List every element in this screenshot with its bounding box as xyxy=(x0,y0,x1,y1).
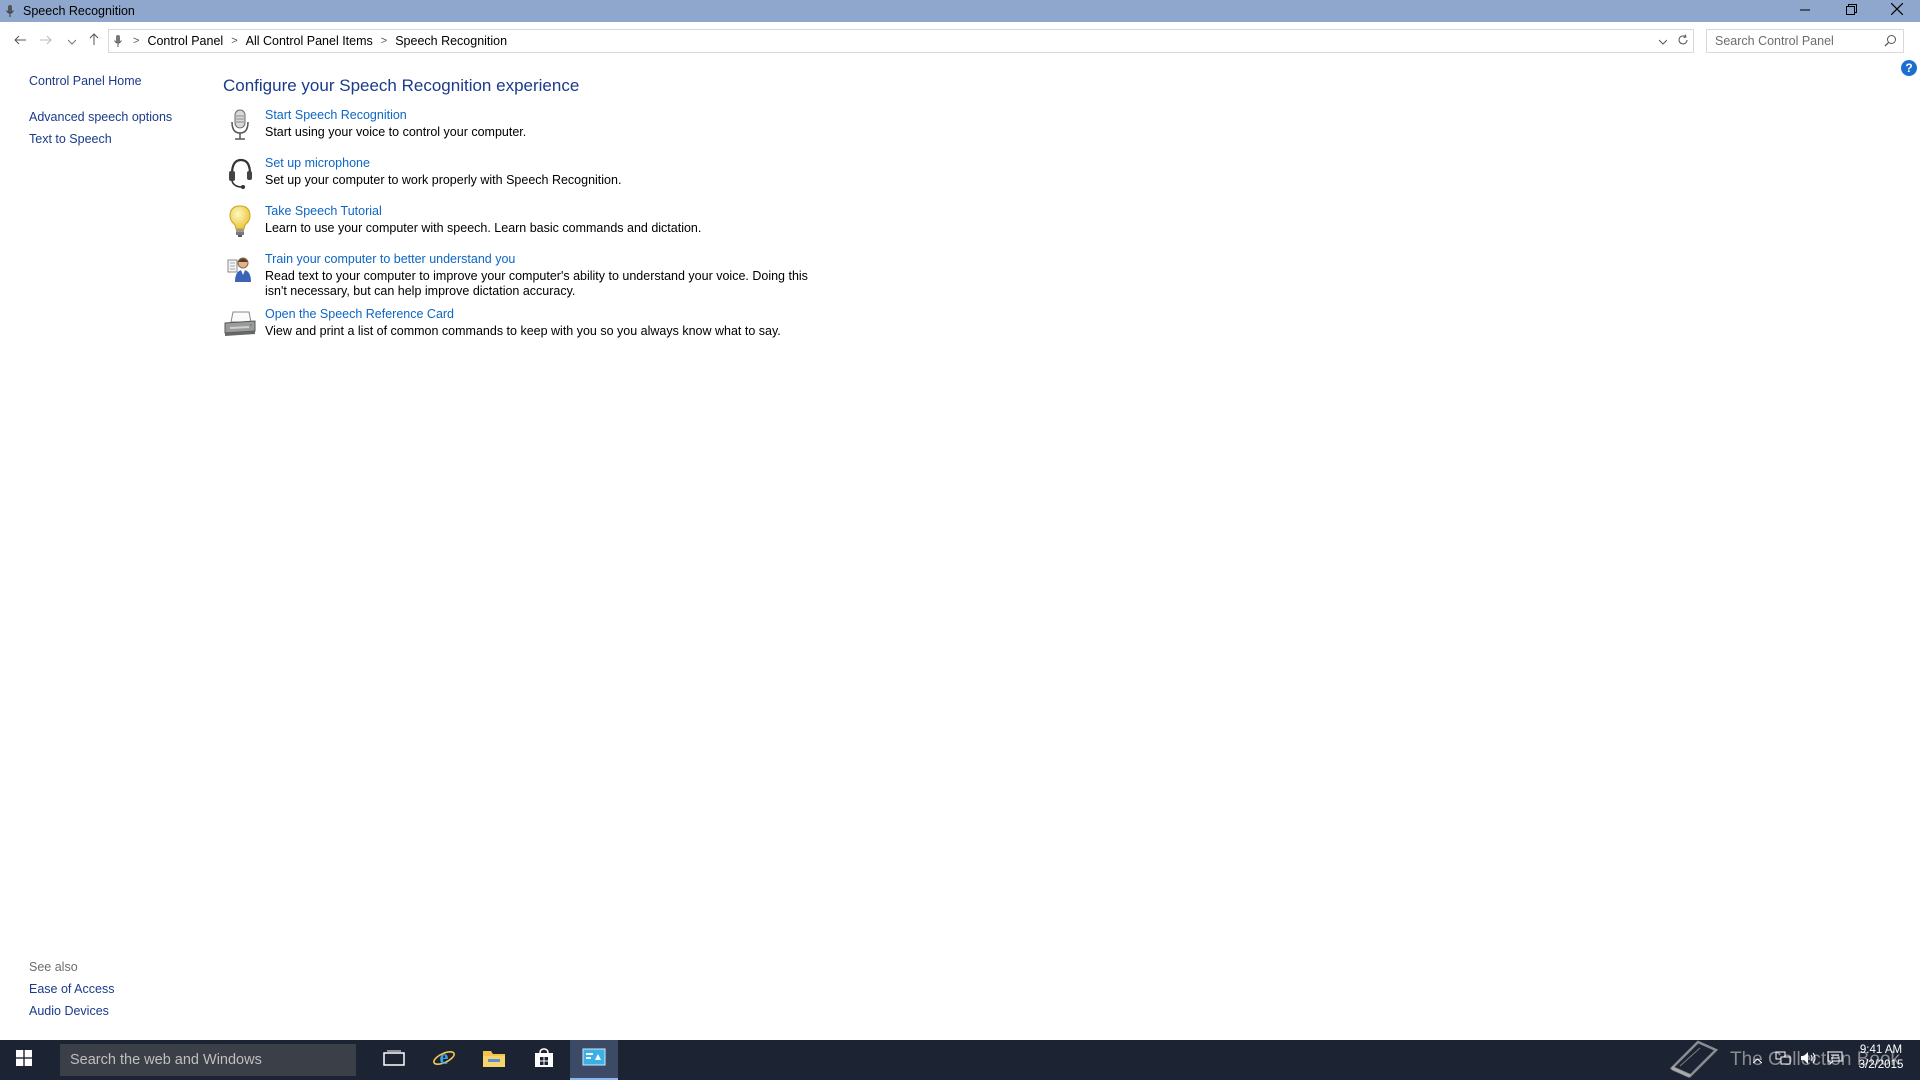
control-panel-icon xyxy=(582,1048,606,1071)
task-speech-reference-card: Open the Speech Reference Card View and … xyxy=(223,307,923,347)
task-train-computer: Train your computer to better understand… xyxy=(223,252,923,299)
audio-devices-link[interactable]: Audio Devices xyxy=(29,1004,209,1018)
task-description: Learn to use your computer with speech. … xyxy=(265,221,702,235)
arrow-left-icon xyxy=(14,32,26,50)
ease-of-access-link[interactable]: Ease of Access xyxy=(29,982,209,996)
window-controls xyxy=(1782,0,1920,22)
up-button[interactable] xyxy=(84,31,104,51)
taskbar: e The Collection Book xyxy=(0,1040,1920,1080)
chevron-right-icon: > xyxy=(133,35,140,47)
task-description: View and print a list of common commands… xyxy=(265,324,781,338)
start-speech-recognition-link[interactable]: Start Speech Recognition xyxy=(265,108,923,122)
network-icon xyxy=(1775,1051,1791,1070)
task-speech-tutorial: Take Speech Tutorial Learn to use your c… xyxy=(223,204,923,244)
taskbar-internet-explorer[interactable]: e xyxy=(420,1040,468,1080)
microphone-icon xyxy=(3,3,17,19)
breadcrumb-control-panel[interactable]: Control Panel xyxy=(147,34,223,48)
task-view-icon xyxy=(383,1050,405,1071)
taskbar-clock[interactable]: 9:41 AM 3/2/2015 xyxy=(1848,1043,1914,1073)
user-training-icon[interactable] xyxy=(223,252,257,286)
advanced-speech-options-link[interactable]: Advanced speech options xyxy=(29,110,209,124)
headset-icon[interactable] xyxy=(223,156,257,190)
volume-button[interactable] xyxy=(1796,1040,1822,1080)
network-button[interactable] xyxy=(1770,1040,1796,1080)
close-icon xyxy=(1890,2,1904,20)
minimize-button[interactable] xyxy=(1782,0,1828,22)
task-view-button[interactable] xyxy=(370,1040,418,1080)
breadcrumb-speech-recognition[interactable]: Speech Recognition xyxy=(395,34,507,48)
address-row: > Control Panel > All Control Panel Item… xyxy=(0,22,1920,60)
restore-icon xyxy=(1845,2,1857,20)
address-dropdown-button[interactable] xyxy=(1653,30,1673,52)
chevron-down-icon xyxy=(67,32,77,50)
control-panel-home-link[interactable]: Control Panel Home xyxy=(29,74,209,88)
notification-icon xyxy=(1827,1051,1843,1070)
task-description: Read text to your computer to improve yo… xyxy=(265,269,808,298)
recent-locations-button[interactable] xyxy=(62,31,82,51)
search-input[interactable] xyxy=(1713,33,1883,49)
task-description: Start using your voice to control your c… xyxy=(265,125,527,139)
left-pane: Control Panel Home Advanced speech optio… xyxy=(29,74,209,154)
train-computer-link[interactable]: Train your computer to better understand… xyxy=(265,252,923,266)
system-tray xyxy=(1744,1040,1848,1080)
clock-date: 3/2/2015 xyxy=(1858,1059,1904,1071)
task-set-up-microphone: Set up microphone Set up your computer t… xyxy=(223,156,923,196)
start-button[interactable] xyxy=(0,1040,48,1080)
refresh-icon xyxy=(1677,33,1689,49)
internet-explorer-icon: e xyxy=(432,1046,456,1075)
page-title: Configure your Speech Recognition experi… xyxy=(223,76,580,95)
search-box[interactable] xyxy=(1706,29,1904,53)
store-bag-icon xyxy=(534,1047,554,1073)
text-to-speech-link[interactable]: Text to Speech xyxy=(29,132,209,146)
back-button[interactable] xyxy=(10,31,30,51)
restore-button[interactable] xyxy=(1828,0,1874,22)
task-start-speech-recognition: Start Speech Recognition Start using you… xyxy=(223,108,923,148)
see-also-heading: See also xyxy=(29,960,78,974)
chevron-right-icon[interactable]: > xyxy=(231,35,237,47)
chevron-down-icon xyxy=(1658,34,1668,48)
speech-reference-card-link[interactable]: Open the Speech Reference Card xyxy=(265,307,923,321)
taskbar-control-panel-active[interactable] xyxy=(570,1040,618,1080)
chevron-up-icon xyxy=(1752,1051,1762,1069)
task-description: Set up your computer to work properly wi… xyxy=(265,173,622,187)
help-icon: ? xyxy=(1905,61,1913,75)
book-icon xyxy=(1668,1038,1720,1083)
taskbar-store[interactable] xyxy=(520,1040,568,1080)
minimize-icon xyxy=(1800,2,1810,20)
take-speech-tutorial-link[interactable]: Take Speech Tutorial xyxy=(265,204,923,218)
window-title: Speech Recognition xyxy=(23,4,135,18)
forward-button[interactable] xyxy=(36,31,56,51)
address-bar[interactable]: > Control Panel > All Control Panel Item… xyxy=(108,29,1694,53)
see-also-section: See also Ease of Access Audio Devices xyxy=(29,960,209,1026)
microphone-icon xyxy=(113,34,123,48)
title-bar: Speech Recognition xyxy=(0,0,1920,22)
breadcrumb-all-items[interactable]: All Control Panel Items xyxy=(246,34,373,48)
close-button[interactable] xyxy=(1874,0,1920,22)
microphone-icon[interactable] xyxy=(223,108,257,142)
printer-icon[interactable] xyxy=(223,307,257,341)
taskbar-search-input[interactable] xyxy=(68,1051,338,1069)
arrow-right-icon xyxy=(40,32,52,50)
svg-text:e: e xyxy=(440,1047,449,1069)
volume-icon xyxy=(1800,1051,1818,1070)
folder-icon xyxy=(482,1048,506,1073)
taskbar-file-explorer[interactable] xyxy=(470,1040,518,1080)
main-content: Configure your Speech Recognition experi… xyxy=(223,76,923,355)
taskbar-search-box[interactable] xyxy=(60,1044,356,1076)
clock-time: 9:41 AM xyxy=(1859,1044,1903,1056)
arrow-up-icon xyxy=(89,32,99,50)
search-icon[interactable] xyxy=(1884,34,1897,50)
help-button[interactable]: ? xyxy=(1901,60,1917,76)
windows-logo-icon xyxy=(16,1049,32,1071)
action-center-button[interactable] xyxy=(1822,1040,1848,1080)
refresh-button[interactable] xyxy=(1673,30,1693,52)
set-up-microphone-link[interactable]: Set up microphone xyxy=(265,156,923,170)
show-hidden-icons-button[interactable] xyxy=(1744,1040,1770,1080)
chevron-right-icon[interactable]: > xyxy=(381,35,387,47)
lightbulb-icon[interactable] xyxy=(223,204,257,238)
